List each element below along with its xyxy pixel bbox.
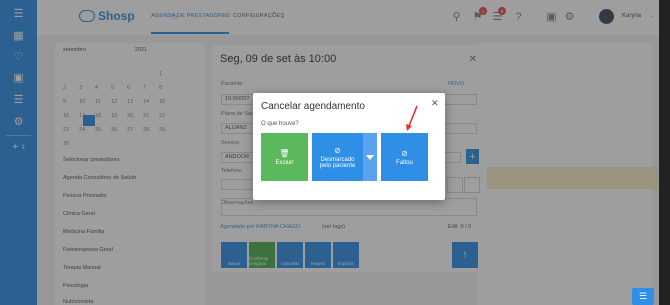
no-show-option-label: Faltou xyxy=(396,159,413,166)
cancel-circle-icon: ⊘ xyxy=(334,145,341,155)
dialog-title: Cancelar agendamento xyxy=(261,101,365,112)
close-icon[interactable]: ✕ xyxy=(431,98,439,109)
cancel-circle-icon: ⊘ xyxy=(401,148,408,158)
unscheduled-dropdown-toggle[interactable] xyxy=(363,133,377,181)
unscheduled-option-label: Desmarcado pelo paciente xyxy=(319,156,356,169)
caret-down-icon xyxy=(366,154,374,160)
annotation-arrow-icon xyxy=(406,105,418,131)
trash-icon: 🗑 xyxy=(279,148,290,158)
unscheduled-by-patient-button[interactable]: ⊘ Desmarcado pelo paciente xyxy=(312,133,363,181)
chat-widget-button[interactable]: ☰ xyxy=(632,288,654,305)
no-show-option-button[interactable]: ⊘ Faltou xyxy=(381,133,428,181)
app-window: ☰ ▦ ♡ ▣ ☰ ⚙ + › Shosp ⌂ AGENDA DE PRESTA… xyxy=(0,0,659,305)
dialog-question: O que houve? xyxy=(261,121,299,127)
delete-option-button[interactable]: 🗑 Excluir xyxy=(261,133,308,181)
delete-option-label: Excluir xyxy=(275,159,294,166)
